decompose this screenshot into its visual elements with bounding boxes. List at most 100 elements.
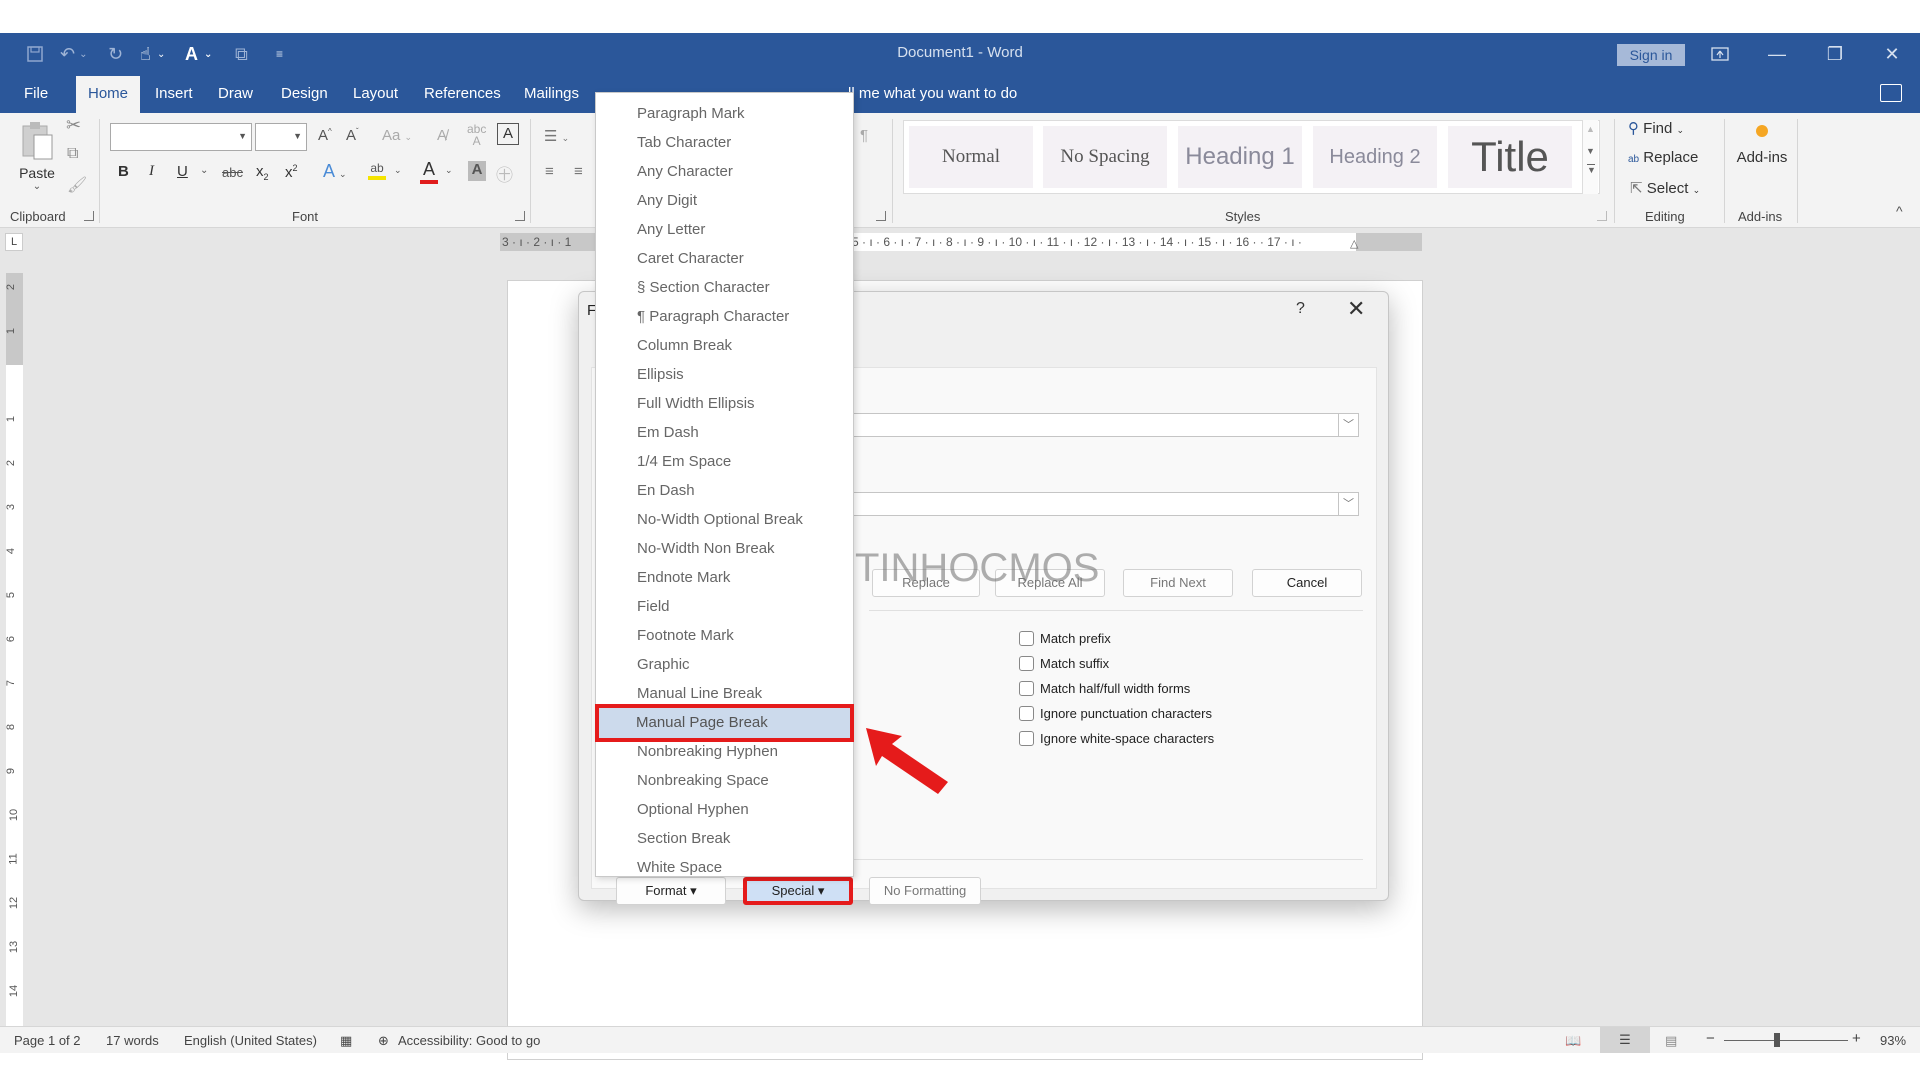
tab-design[interactable]: Design	[271, 76, 338, 113]
copy-format-icon[interactable]: ⧉	[235, 41, 248, 67]
special-menu-item-section-break[interactable]: Section Break	[596, 824, 853, 853]
special-menu-item-paragraph-character[interactable]: ¶ Paragraph Character	[596, 302, 853, 331]
find-button[interactable]: ⚲ Find ⌄	[1628, 119, 1684, 137]
ribbon-display-options-icon[interactable]	[1700, 39, 1740, 69]
special-menu-item-any-character[interactable]: Any Character	[596, 157, 853, 186]
tab-layout[interactable]: Layout	[343, 76, 408, 113]
superscript-icon[interactable]: x2	[285, 163, 298, 181]
page-count[interactable]: Page 1 of 2	[14, 1033, 81, 1048]
special-menu-item-no-width-non-break[interactable]: No-Width Non Break	[596, 534, 853, 563]
redo-icon[interactable]: ↻	[108, 41, 123, 67]
italic-icon[interactable]: I	[149, 163, 154, 180]
read-mode-icon[interactable]: 📖	[1565, 1033, 1581, 1049]
show-hide-marks-icon[interactable]: ¶	[860, 127, 868, 144]
zoom-out-button[interactable]: −	[1706, 1030, 1715, 1047]
special-menu-item-caret-character[interactable]: Caret Character	[596, 244, 853, 273]
zoom-in-button[interactable]: +	[1852, 1030, 1861, 1047]
special-menu-item-any-digit[interactable]: Any Digit	[596, 186, 853, 215]
tab-draw[interactable]: Draw	[208, 76, 263, 113]
special-menu-item-full-width-ellipsis[interactable]: Full Width Ellipsis	[596, 389, 853, 418]
align-left-icon[interactable]: ≡	[545, 163, 554, 180]
paste-button[interactable]: Paste ⌄	[18, 121, 56, 192]
close-window-icon[interactable]: ✕	[1872, 39, 1912, 69]
special-menu-item-any-letter[interactable]: Any Letter	[596, 215, 853, 244]
tab-insert[interactable]: Insert	[145, 76, 203, 113]
font-size-combo[interactable]: ▼	[255, 123, 307, 151]
spelling-icon[interactable]: A ⌄	[185, 41, 212, 67]
comments-icon[interactable]	[1880, 84, 1902, 102]
close-icon[interactable]: ✕	[1347, 296, 1365, 322]
match-half-full-width-checkbox[interactable]: Match half/full width forms	[1019, 678, 1190, 698]
web-layout-icon[interactable]: ▤	[1665, 1033, 1677, 1049]
right-indent-marker[interactable]: △	[1350, 235, 1358, 251]
bullets-icon[interactable]: ☰ ⌄	[544, 127, 569, 145]
font-color-icon[interactable]: A	[420, 159, 438, 184]
special-menu-item-1-4-em-space[interactable]: 1/4 Em Space	[596, 447, 853, 476]
ignore-punctuation-checkbox[interactable]: Ignore punctuation characters	[1019, 703, 1212, 723]
special-menu-item-em-dash[interactable]: Em Dash	[596, 418, 853, 447]
touch-mode-icon[interactable]: ☝ ⌄	[140, 41, 165, 67]
sign-in-button[interactable]: Sign in	[1617, 44, 1685, 66]
special-menu-item-ellipsis[interactable]: Ellipsis	[596, 360, 853, 389]
help-icon[interactable]: ?	[1296, 300, 1305, 318]
special-menu-item-field[interactable]: Field	[596, 592, 853, 621]
select-button[interactable]: ⇱ Select ⌄	[1630, 179, 1700, 197]
special-menu-item-no-width-optional-break[interactable]: No-Width Optional Break	[596, 505, 853, 534]
style-title[interactable]: Title	[1448, 126, 1572, 188]
style-heading-1[interactable]: Heading 1	[1178, 126, 1302, 188]
checkbox[interactable]	[1019, 630, 1034, 646]
checkbox[interactable]	[1019, 655, 1034, 671]
replace-button[interactable]: ab Replace	[1628, 149, 1698, 166]
cancel-button[interactable]: Cancel	[1252, 569, 1362, 597]
special-menu-item-tab-character[interactable]: Tab Character	[596, 128, 853, 157]
enclose-characters-icon[interactable]: ㊉	[496, 161, 513, 186]
add-ins-button[interactable]: Add-ins	[1736, 121, 1788, 166]
clipboard-launcher-icon[interactable]	[84, 211, 94, 221]
phonetic-guide-icon[interactable]: abc A	[467, 123, 486, 147]
ignore-whitespace-checkbox[interactable]: Ignore white-space characters	[1019, 728, 1214, 748]
special-menu-item-endnote-mark[interactable]: Endnote Mark	[596, 563, 853, 592]
checkbox[interactable]	[1019, 680, 1034, 696]
special-menu-item-graphic[interactable]: Graphic	[596, 650, 853, 679]
bold-icon[interactable]: B	[118, 163, 129, 180]
grow-font-icon[interactable]: A^	[318, 127, 332, 144]
special-menu-item-en-dash[interactable]: En Dash	[596, 476, 853, 505]
tell-me-search[interactable]: ll me what you want to do	[848, 76, 1017, 112]
change-case-button[interactable]: Aa ⌄	[382, 127, 412, 144]
accessibility-status[interactable]: Accessibility: Good to go	[398, 1033, 540, 1048]
character-border-icon[interactable]: A	[497, 123, 519, 145]
character-shading-icon[interactable]: A	[468, 161, 486, 181]
collapse-ribbon-icon[interactable]: ^	[1896, 203, 1903, 219]
style-no-spacing[interactable]: No Spacing	[1043, 126, 1167, 188]
text-effects-icon[interactable]: A ⌄	[323, 161, 347, 182]
cut-icon[interactable]: ✂	[66, 115, 81, 136]
undo-icon[interactable]: ↶ ⌄	[60, 41, 87, 67]
tab-selector[interactable]: L	[5, 233, 23, 251]
styles-launcher-icon[interactable]	[1597, 211, 1607, 221]
find-next-button[interactable]: Find Next	[1123, 569, 1233, 597]
match-suffix-checkbox[interactable]: Match suffix	[1019, 653, 1109, 673]
zoom-slider[interactable]	[1724, 1040, 1848, 1041]
vertical-ruler[interactable]: 21123456789101112131415	[5, 273, 23, 1057]
match-prefix-checkbox[interactable]: Match prefix	[1019, 628, 1111, 648]
language-status[interactable]: English (United States)	[184, 1033, 317, 1048]
underline-icon[interactable]: U	[177, 163, 188, 180]
print-layout-icon[interactable]: ☰	[1600, 1027, 1650, 1053]
minimize-icon[interactable]: —	[1757, 39, 1797, 69]
shrink-font-icon[interactable]: Aˇ	[346, 127, 359, 144]
special-menu-item-optional-hyphen[interactable]: Optional Hyphen	[596, 795, 853, 824]
special-menu-item-section-character[interactable]: § Section Character	[596, 273, 853, 302]
tab-file[interactable]: File	[14, 76, 58, 113]
copy-icon[interactable]: ⧉	[67, 145, 78, 163]
tab-home[interactable]: Home	[76, 76, 141, 113]
word-count[interactable]: 17 words	[106, 1033, 159, 1048]
format-painter-icon[interactable]: 🖌	[67, 175, 87, 195]
style-normal[interactable]: Normal	[909, 126, 1033, 188]
special-menu-item-nonbreaking-hyphen[interactable]: Nonbreaking Hyphen	[596, 737, 853, 766]
special-menu-item-footnote-mark[interactable]: Footnote Mark	[596, 621, 853, 650]
zoom-slider-thumb[interactable]	[1774, 1033, 1781, 1047]
strikethrough-icon[interactable]: abc	[222, 165, 243, 180]
checkbox[interactable]	[1019, 705, 1034, 721]
macro-record-icon[interactable]: ▦	[340, 1033, 352, 1049]
zoom-level[interactable]: 93%	[1880, 1033, 1906, 1048]
